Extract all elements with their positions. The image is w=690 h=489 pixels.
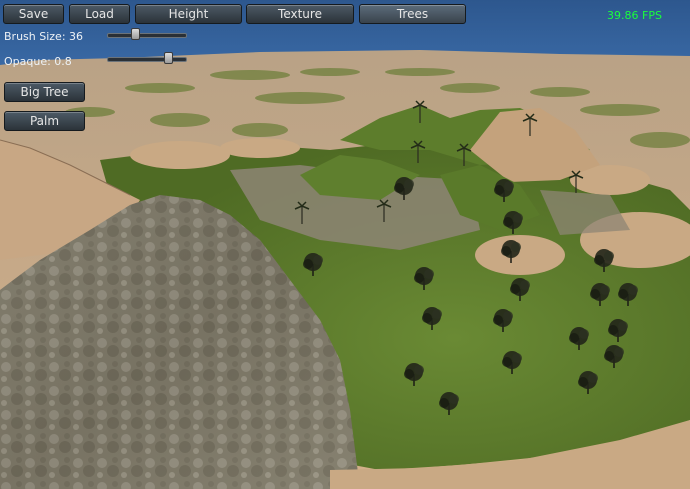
- slider-thumb[interactable]: [131, 28, 140, 40]
- opacity-slider[interactable]: [107, 52, 187, 64]
- terrain-viewport[interactable]: [0, 0, 690, 489]
- slider-track: [107, 33, 187, 38]
- fps-counter: 39.86 FPS: [607, 9, 662, 22]
- opacity-label: Opaque: 0.8: [4, 55, 72, 68]
- slider-thumb[interactable]: [164, 52, 173, 64]
- brush-size-label: Brush Size: 36: [4, 30, 84, 43]
- trees-tool-button[interactable]: Trees: [359, 4, 466, 24]
- height-tool-button[interactable]: Height: [135, 4, 242, 24]
- palm-button[interactable]: Palm: [4, 111, 85, 131]
- brush-size-slider[interactable]: [107, 28, 187, 40]
- load-button[interactable]: Load: [69, 4, 130, 24]
- texture-tool-button[interactable]: Texture: [246, 4, 354, 24]
- big-tree-button[interactable]: Big Tree: [4, 82, 85, 102]
- save-button[interactable]: Save: [3, 4, 64, 24]
- slider-track: [107, 57, 187, 62]
